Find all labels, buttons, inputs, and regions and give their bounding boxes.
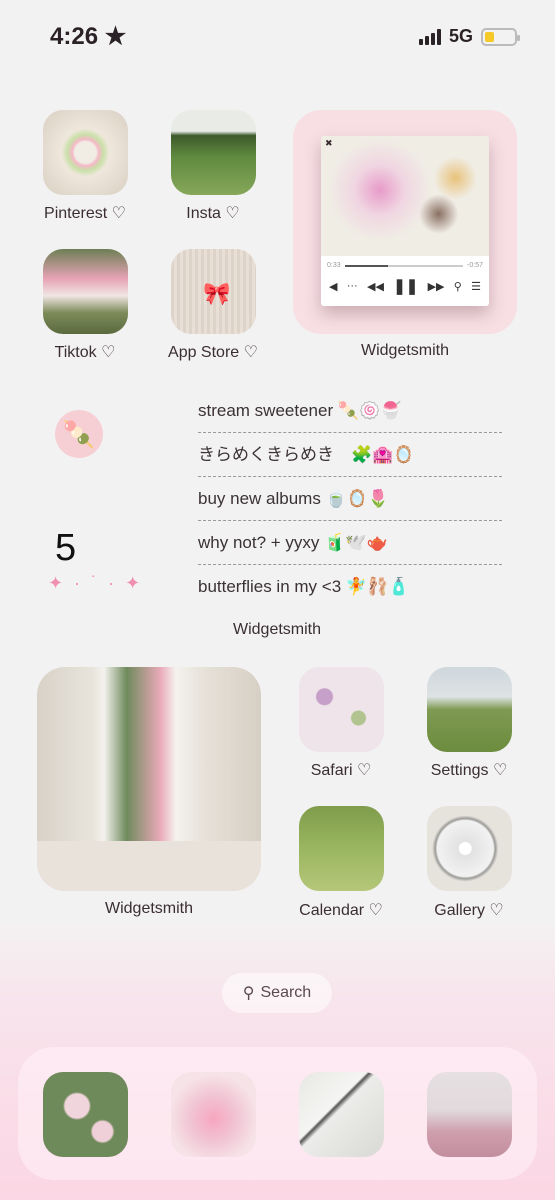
todo-count: 5 [55,527,77,569]
forward-icon[interactable]: ▶▶ [428,280,445,293]
safari-app-icon[interactable] [299,667,384,752]
gallery-app-icon[interactable] [427,806,512,891]
tiktok-label: Tiktok ♡ [54,344,116,361]
app-store-label: App Store ♡ [168,344,258,361]
volume-icon[interactable]: ◀ [329,280,337,293]
progress-slider[interactable] [344,264,464,267]
dock-app-icon-2[interactable] [171,1072,256,1157]
todo-item: きらめくきらめき 🧩🏩🪞 [198,433,502,477]
list-icon[interactable]: ☰ [471,280,481,293]
todo-item: why not? + yyxy 🧃🕊️🫖 [198,521,502,565]
gallery-label: Gallery ♡ [434,902,504,919]
music-widget[interactable]: ✖ 0:33 -0:57 ◀ ··· ◀◀ ❚❚ ▶▶ ⚲ ☰ [293,110,517,334]
settings-app-icon[interactable] [427,667,512,752]
settings-label: Settings ♡ [430,762,508,779]
time-text: 4:26 [50,23,99,50]
todo-item: buy new albums 🍵🪞🌷 [198,477,502,521]
photo-widget-label: Widgetsmith [104,900,194,917]
star-icon: ★ [104,23,127,50]
tiktok-app-icon[interactable] [43,249,128,334]
search-button[interactable]: ⚲ Search [222,973,332,1013]
network-label: 5G [448,26,473,46]
pause-icon[interactable]: ❚❚ [393,277,418,295]
calendar-label: Calendar ♡ [299,902,383,919]
bow-icon: 🎀 [203,281,231,306]
status-time: 4:26 ★ [50,22,126,51]
remaining-time: -0:57 [467,262,483,269]
rewind-icon[interactable]: ◀◀ [367,280,384,293]
dango-icon: 🍡 [55,410,103,458]
pinterest-label: Pinterest ♡ [44,205,126,222]
more-icon[interactable]: ··· [347,280,358,292]
todo-item: butterflies in my <3 🧚🩰🧴 [198,577,410,596]
search-icon: ⚲ [242,985,255,1002]
battery-icon [481,27,520,46]
signal-icon [418,28,441,45]
close-icon[interactable]: ✖ [325,138,333,149]
safari-label: Safari ♡ [310,762,372,779]
album-art: ✖ [321,136,489,256]
todo-item: stream sweetener 🍡🍥🍧 [198,389,502,433]
sparkles-decoration: ✦ · ˙ · ✦ [48,573,144,593]
photo-widget[interactable] [37,667,261,891]
music-widget-label: Widgetsmith [360,342,450,359]
search-label: Search [260,984,312,1001]
elapsed-time: 0:33 [327,262,341,269]
dock-app-icon-4[interactable] [427,1072,512,1157]
pinterest-app-icon[interactable] [43,110,128,195]
todo-widget-label: Widgetsmith [232,621,322,638]
search-icon[interactable]: ⚲ [454,280,462,293]
insta-label: Insta ♡ [186,205,240,222]
dock-app-icon-3[interactable] [299,1072,384,1157]
calendar-app-icon[interactable] [299,806,384,891]
status-indicators: 5G [418,26,520,47]
dock-app-icon-1[interactable] [43,1072,128,1157]
app-store-app-icon[interactable]: 🎀 [171,249,256,334]
insta-app-icon[interactable] [171,110,256,195]
